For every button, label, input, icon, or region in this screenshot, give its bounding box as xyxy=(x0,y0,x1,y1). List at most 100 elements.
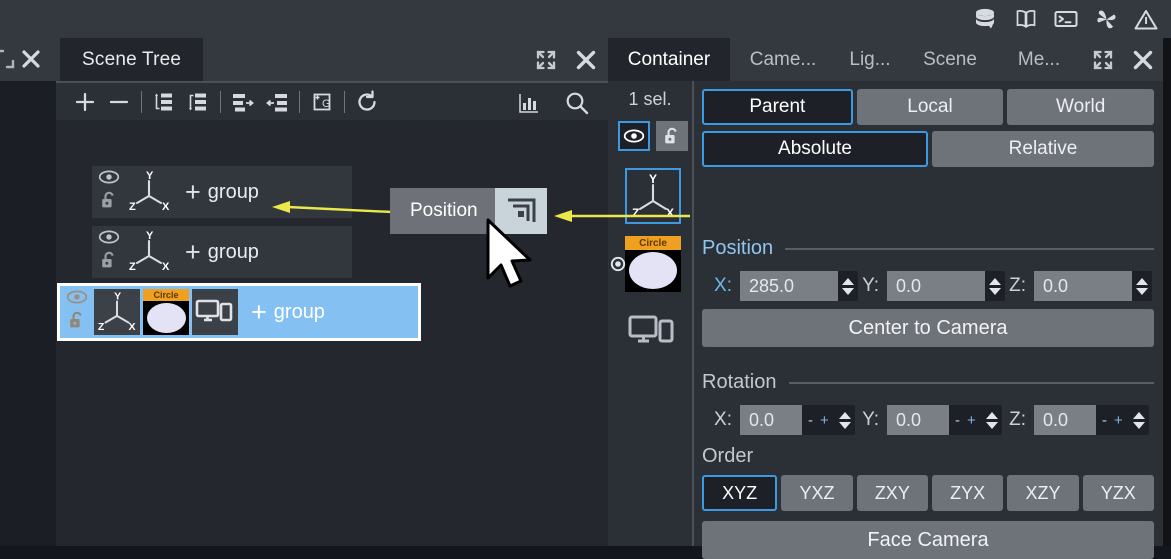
space-parent-button[interactable]: Parent xyxy=(702,89,853,125)
rotation-z-plus[interactable]: + xyxy=(1114,412,1123,429)
axis-gizmo-thumb[interactable]: Y Z X xyxy=(94,289,140,335)
tree-row[interactable]: Y Z X + group xyxy=(92,226,352,278)
rotation-x-input-wrap: - + xyxy=(740,405,855,435)
display-thumb[interactable] xyxy=(192,289,238,335)
move-up-button[interactable] xyxy=(147,87,181,117)
histogram-icon[interactable] xyxy=(512,88,546,118)
svg-text:Z: Z xyxy=(632,206,639,220)
topbar-icon-group xyxy=(973,0,1159,38)
position-z-input[interactable] xyxy=(1034,271,1132,301)
section-rule xyxy=(788,381,1154,384)
mode-relative-button[interactable]: Relative xyxy=(932,131,1154,167)
mouse-cursor xyxy=(486,218,532,288)
order-xyz-button[interactable]: XYZ xyxy=(702,475,778,511)
mode-absolute-button[interactable]: Absolute xyxy=(702,131,928,167)
rotation-y-input[interactable] xyxy=(887,405,949,435)
rotation-x-plus[interactable]: + xyxy=(820,412,829,429)
rotation-y-minus[interactable]: - xyxy=(955,412,960,429)
rotation-z-spinner[interactable] xyxy=(1129,405,1149,435)
toolbar-divider xyxy=(344,90,345,113)
tab-scene-tree[interactable]: Scene Tree xyxy=(60,38,204,81)
position-x-input[interactable] xyxy=(740,271,838,301)
add-node-button[interactable] xyxy=(68,87,102,117)
rotation-x-label: X: xyxy=(714,409,732,430)
rotation-y-input-wrap: - + xyxy=(887,405,1002,435)
lock-toggle[interactable] xyxy=(656,121,688,151)
rotation-z-input-wrap: - + xyxy=(1034,405,1149,435)
remove-node-button[interactable] xyxy=(102,87,136,117)
properties-panel: Container Came... Lig... Scene Me... 1 s… xyxy=(608,38,1163,559)
tab-camera[interactable]: Came... xyxy=(736,38,830,81)
terminal-icon[interactable] xyxy=(1053,6,1079,32)
rotation-x-input[interactable] xyxy=(740,405,802,435)
order-yxz-button[interactable]: YXZ xyxy=(781,475,853,511)
row-visibility-lock-group xyxy=(92,229,126,275)
space-local-button[interactable]: Local xyxy=(856,89,1004,125)
tab-light[interactable]: Lig... xyxy=(836,38,904,81)
unlock-icon[interactable] xyxy=(67,310,87,335)
tab-mesh[interactable]: Me... xyxy=(998,38,1080,81)
radio-selected-icon[interactable] xyxy=(610,256,626,272)
order-yzx-button[interactable]: YZX xyxy=(1082,475,1154,511)
rotation-y-plus[interactable]: + xyxy=(967,412,976,429)
unlock-icon[interactable] xyxy=(99,190,119,215)
section-rule xyxy=(785,247,1154,250)
book-icon[interactable] xyxy=(1013,6,1039,32)
search-icon[interactable] xyxy=(560,88,594,118)
rotation-x-minus[interactable]: - xyxy=(808,412,813,429)
tab-scene[interactable]: Scene xyxy=(908,38,992,81)
tab-mesh-label: Me... xyxy=(1017,48,1061,70)
tab-container[interactable]: Container xyxy=(608,38,730,81)
pinwheel-icon[interactable] xyxy=(1093,6,1119,32)
expand-icon[interactable] xyxy=(534,48,558,72)
circle-thumb[interactable]: Circle xyxy=(625,236,681,292)
move-down-button[interactable] xyxy=(181,87,215,117)
center-to-camera-button[interactable]: Center to Camera xyxy=(702,309,1154,347)
unparent-button[interactable] xyxy=(226,87,260,117)
eye-icon[interactable] xyxy=(66,290,88,309)
rotation-z-input[interactable] xyxy=(1034,405,1096,435)
position-y-input[interactable] xyxy=(887,271,985,301)
face-camera-label: Face Camera xyxy=(867,528,989,551)
close-icon[interactable] xyxy=(1131,48,1155,72)
close-icon[interactable] xyxy=(20,48,42,70)
selection-count: 1 sel. xyxy=(628,89,672,109)
axis-gizmo-thumb[interactable]: Y Z X xyxy=(625,168,681,224)
expand-plus-icon[interactable]: + xyxy=(251,298,267,326)
display-thumb[interactable] xyxy=(625,303,681,359)
warning-triangle-icon[interactable] xyxy=(1133,6,1159,32)
rotation-y-field: Y: - + xyxy=(849,405,1002,435)
refresh-button[interactable] xyxy=(350,87,384,117)
expand-plus-icon[interactable]: + xyxy=(185,178,201,206)
eye-icon[interactable] xyxy=(98,230,120,249)
group-g-icon[interactable]: G xyxy=(305,87,339,117)
database-icon[interactable] xyxy=(973,6,999,32)
rotation-z-minus[interactable]: - xyxy=(1102,412,1107,429)
close-icon[interactable] xyxy=(574,48,598,72)
circle-thumb[interactable]: Circle xyxy=(143,289,189,335)
application-window: Scene Tree G Y Z X + group Y Z X + group… xyxy=(0,0,1171,559)
order-xzy-button[interactable]: XZY xyxy=(1007,475,1079,511)
unlock-icon[interactable] xyxy=(99,250,119,275)
properties-object-column: 1 sel. Y Z X Circle xyxy=(608,81,694,546)
expand-icon[interactable] xyxy=(0,48,16,70)
parent-button[interactable] xyxy=(260,87,294,117)
expand-plus-icon[interactable]: + xyxy=(185,238,201,266)
order-zyx-button[interactable]: ZYX xyxy=(931,475,1004,511)
position-y-label: Y: xyxy=(862,275,879,296)
order-zxy-button[interactable]: ZXY xyxy=(856,475,928,511)
eye-icon[interactable] xyxy=(98,170,120,189)
toolbar-divider xyxy=(299,90,300,113)
space-segmented-control: Parent Local World xyxy=(702,89,1155,125)
face-camera-button[interactable]: Face Camera xyxy=(702,521,1154,559)
scene-tree-list[interactable]: Y Z X + group Y Z X + group Y Z X Circle… xyxy=(56,120,608,546)
tree-row[interactable]: Y Z X + group xyxy=(92,166,352,218)
space-world-button[interactable]: World xyxy=(1007,89,1155,125)
tree-row[interactable]: Y Z X Circle + group xyxy=(57,283,421,341)
right-edge-gutter xyxy=(1163,38,1171,546)
expand-icon[interactable] xyxy=(1091,48,1115,72)
object-toggles xyxy=(618,121,688,151)
visibility-toggle[interactable] xyxy=(618,121,650,151)
position-z-spinner[interactable] xyxy=(1132,271,1152,301)
properties-tabbar: Container Came... Lig... Scene Me... xyxy=(608,38,1163,81)
